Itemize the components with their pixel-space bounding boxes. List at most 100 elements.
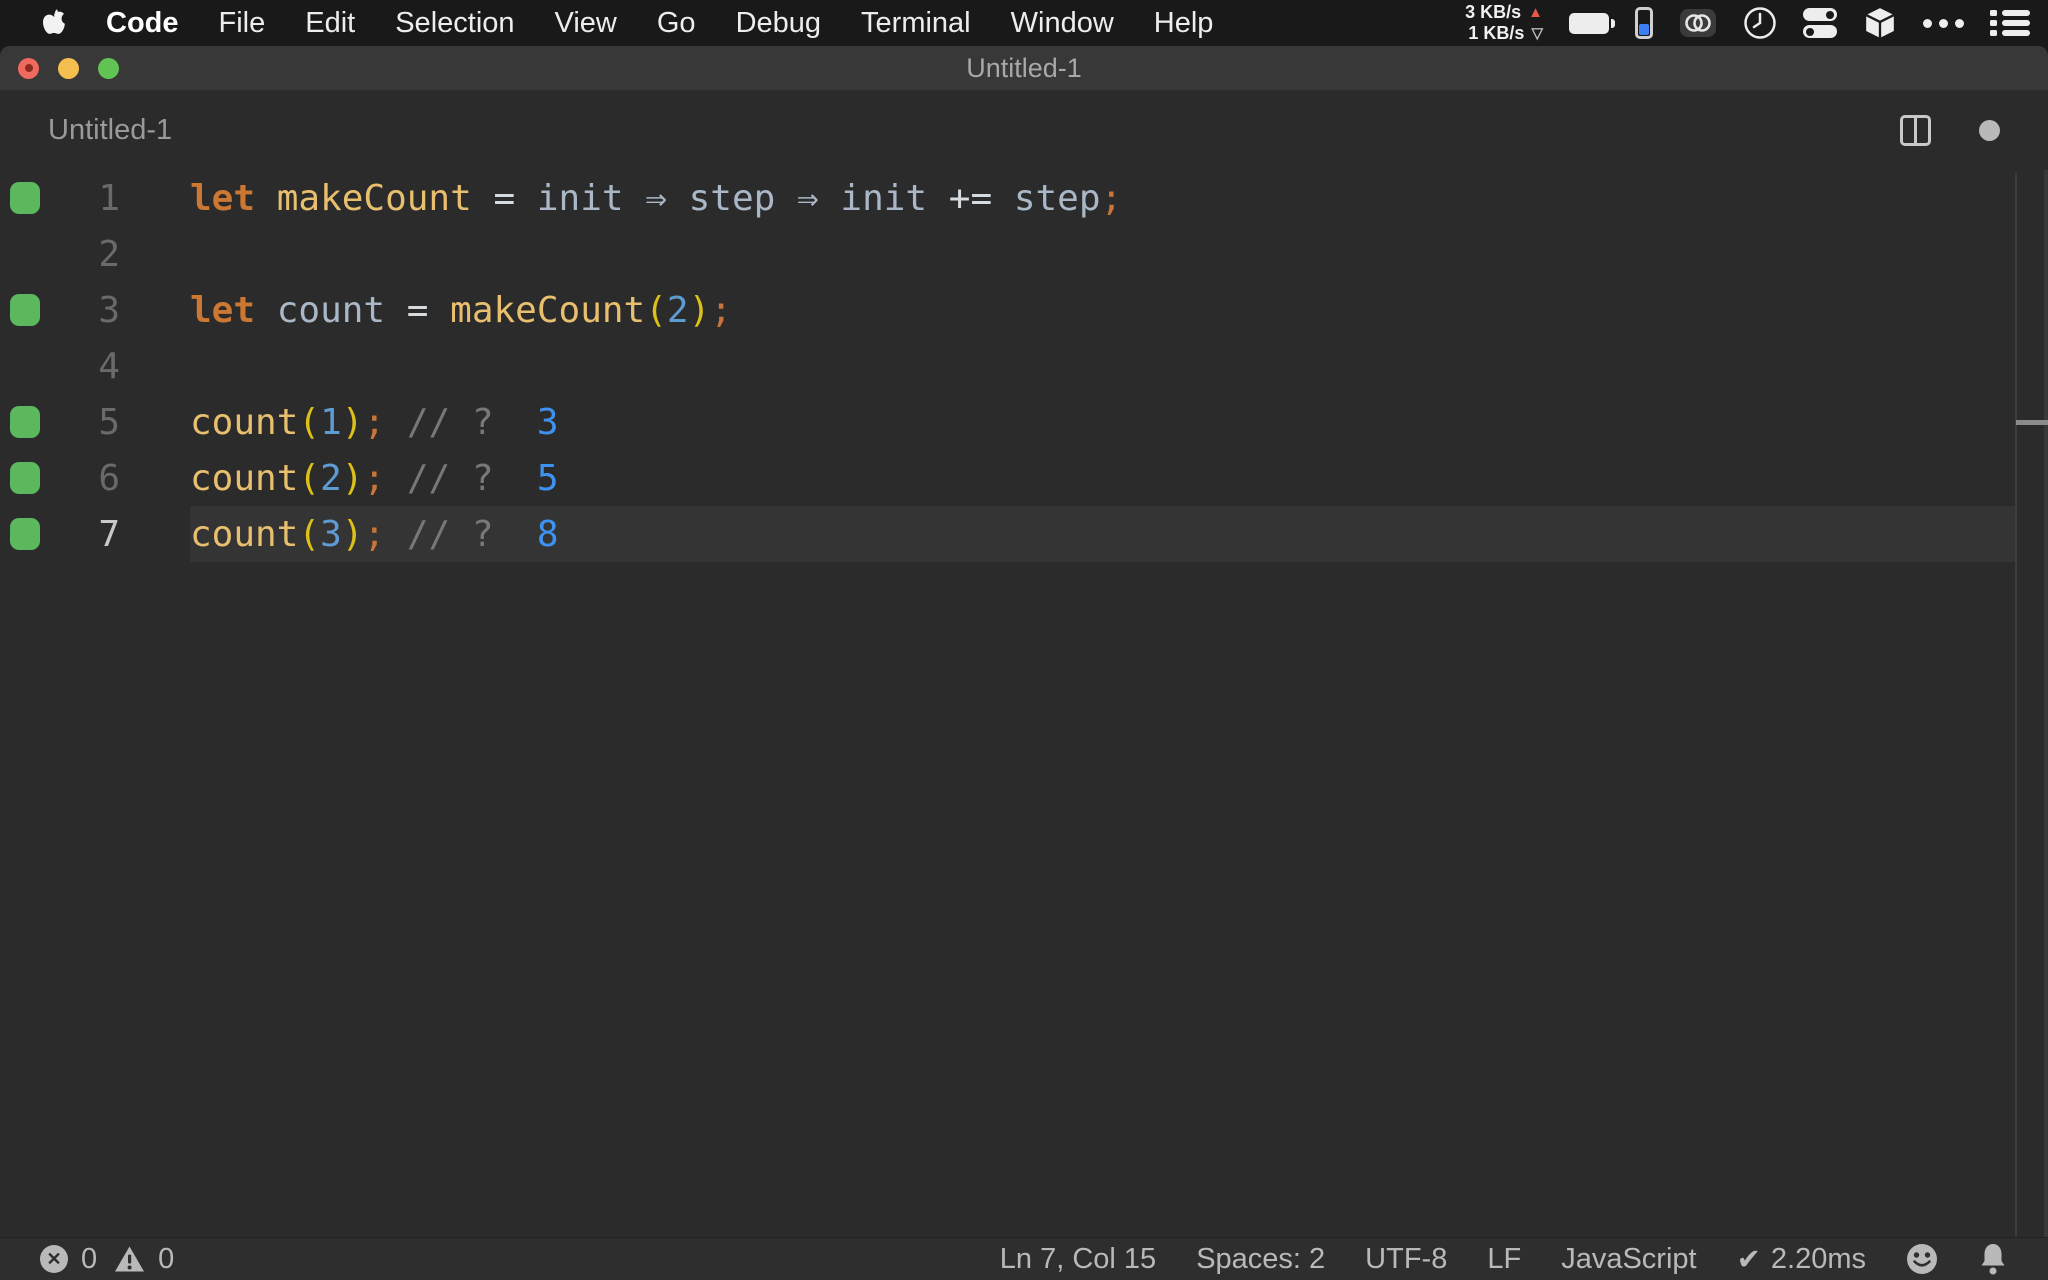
- token-kw: let: [190, 177, 256, 219]
- token-fn: count: [190, 401, 299, 443]
- menu-item-debug[interactable]: Debug: [736, 7, 821, 40]
- code-content[interactable]: count(2); // ? 5: [190, 450, 2015, 506]
- token-paren: ): [341, 513, 364, 555]
- token-paren: ): [341, 457, 364, 499]
- run-time-value: 2.20ms: [1770, 1242, 1866, 1275]
- token-semi: ;: [363, 513, 386, 555]
- line-number[interactable]: 4: [40, 346, 120, 387]
- overview-ruler-border: [2015, 173, 2017, 1237]
- token-id: count: [276, 289, 386, 331]
- tab-untitled-1[interactable]: Untitled-1: [48, 114, 172, 147]
- window-title-bar[interactable]: Untitled-1: [0, 46, 2048, 90]
- unsaved-dot-icon: [24, 64, 33, 72]
- code-content[interactable]: let count = makeCount(2);: [190, 282, 2015, 338]
- notifications-bell-icon[interactable]: [1978, 1242, 2008, 1276]
- menu-item-terminal[interactable]: Terminal: [861, 7, 971, 40]
- network-upload-label: 3 KB/s: [1465, 2, 1522, 22]
- apple-menu[interactable]: [42, 8, 66, 38]
- clock-icon[interactable]: [1743, 6, 1777, 40]
- code-line[interactable]: 1 let makeCount = init ⇒ step ⇒ init += s…: [0, 170, 2048, 226]
- status-bar: ✕ 0 0 Ln 7, Col 15 Spaces: 2 UTF-8 LF Ja…: [0, 1237, 2048, 1280]
- menu-item-help[interactable]: Help: [1154, 7, 1214, 40]
- line-number[interactable]: 1: [40, 178, 120, 219]
- code-line[interactable]: 3 let count = makeCount(2);: [0, 282, 2048, 338]
- error-icon: ✕: [40, 1245, 68, 1273]
- token-semi: ;: [363, 401, 386, 443]
- menu-app-name[interactable]: Code: [106, 7, 179, 40]
- line-number[interactable]: 2: [40, 234, 120, 275]
- menu-item-edit[interactable]: Edit: [305, 7, 355, 40]
- code-line[interactable]: 4: [0, 338, 2048, 394]
- code-content[interactable]: count(1); // ? 3: [190, 394, 2015, 450]
- upload-arrow-icon: ▲: [1528, 4, 1543, 21]
- token-paren: (: [298, 513, 321, 555]
- token-paren: ): [341, 401, 364, 443]
- download-arrow-icon: ▽: [1531, 25, 1543, 42]
- line-number[interactable]: 5: [40, 402, 120, 443]
- scrollbar-track[interactable]: [2044, 170, 2048, 1237]
- token-fn: makeCount: [276, 177, 472, 219]
- token-kw: let: [190, 289, 256, 331]
- window-controls: [18, 46, 119, 90]
- token-id: ⇒: [645, 177, 667, 219]
- gutter-cell: [0, 462, 40, 494]
- network-download-label: 1 KB/s: [1468, 23, 1525, 43]
- code-content[interactable]: [190, 226, 2015, 282]
- line-number[interactable]: 3: [40, 290, 120, 331]
- network-speed-indicator[interactable]: 3 KB/s ▲ 1 KB/s ▽: [1465, 3, 1543, 43]
- cube-icon[interactable]: [1863, 6, 1897, 40]
- code-editor[interactable]: 1 let makeCount = init ⇒ step ⇒ init += s…: [0, 170, 2048, 1237]
- close-button[interactable]: [18, 57, 39, 79]
- menu-item-view[interactable]: View: [555, 7, 617, 40]
- minimize-button[interactable]: [58, 57, 79, 79]
- toggles-icon[interactable]: [1803, 8, 1837, 38]
- token-id: init: [536, 177, 624, 219]
- run-time-indicator[interactable]: ✔ 2.20ms: [1737, 1242, 1866, 1277]
- problems-indicator[interactable]: ✕ 0 0: [40, 1243, 174, 1276]
- token-semi: ;: [710, 289, 732, 331]
- ellipsis-icon[interactable]: [1923, 18, 1964, 28]
- token-cmt: //: [406, 401, 451, 443]
- battery-icon[interactable]: [1569, 12, 1615, 34]
- gutter-cell: [0, 294, 40, 326]
- code-line[interactable]: 2: [0, 226, 2048, 282]
- zoom-button[interactable]: [98, 57, 119, 79]
- gutter-cell: [0, 406, 40, 438]
- dirty-indicator-icon[interactable]: [1979, 119, 2000, 141]
- line-number[interactable]: 7: [40, 514, 120, 555]
- code-line[interactable]: 5 count(1); // ? 3: [0, 394, 2048, 450]
- cursor-position[interactable]: Ln 7, Col 15: [1000, 1243, 1156, 1276]
- indentation-setting[interactable]: Spaces: 2: [1196, 1243, 1325, 1276]
- device-battery-icon[interactable]: [1635, 7, 1653, 39]
- menu-item-window[interactable]: Window: [1011, 7, 1114, 40]
- feedback-smiley-icon[interactable]: [1906, 1243, 1938, 1275]
- eol-setting[interactable]: LF: [1487, 1243, 1521, 1276]
- rings-icon[interactable]: [1679, 7, 1717, 39]
- editor-header: Untitled-1: [0, 90, 2048, 170]
- code-content[interactable]: let makeCount = init ⇒ step ⇒ init += st…: [190, 170, 2015, 226]
- code-line[interactable]: 6 count(2); // ? 5: [0, 450, 2048, 506]
- token-num: 2: [320, 457, 342, 499]
- menu-item-selection[interactable]: Selection: [395, 7, 514, 40]
- code-content[interactable]: count(3); // ? 8: [190, 506, 2015, 562]
- code-line[interactable]: 7 count(3); // ? 8: [0, 506, 2048, 562]
- token-op: =: [406, 289, 429, 331]
- line-number[interactable]: 6: [40, 458, 120, 499]
- language-mode[interactable]: JavaScript: [1561, 1243, 1696, 1276]
- list-icon[interactable]: [1990, 8, 2030, 38]
- split-editor-icon[interactable]: [1900, 114, 1931, 146]
- code-content[interactable]: [190, 338, 2015, 394]
- menu-item-file[interactable]: File: [219, 7, 266, 40]
- encoding-setting[interactable]: UTF-8: [1365, 1243, 1447, 1276]
- menu-item-go[interactable]: Go: [657, 7, 696, 40]
